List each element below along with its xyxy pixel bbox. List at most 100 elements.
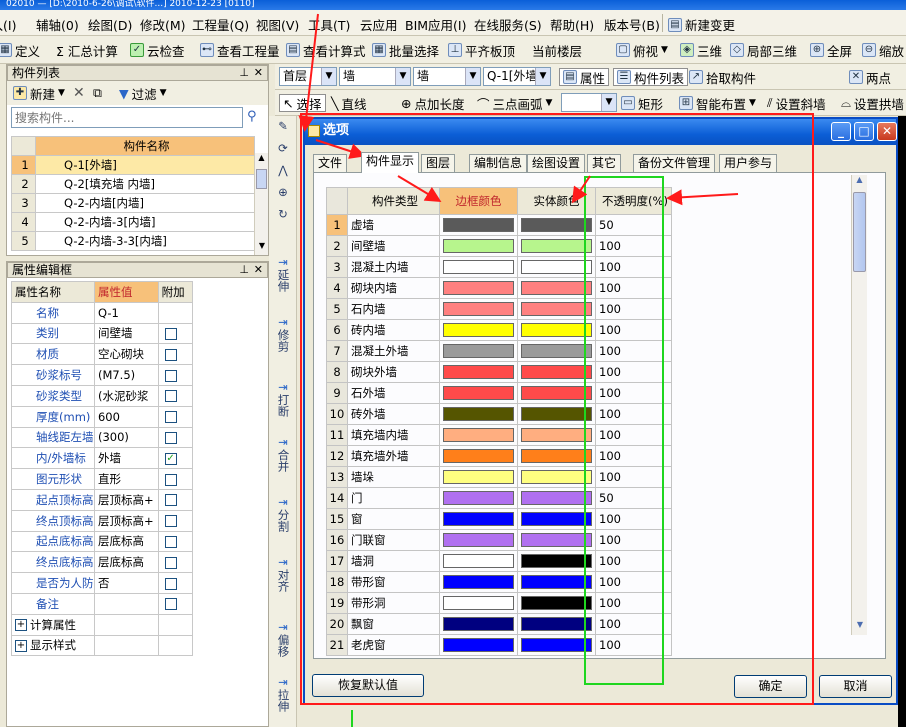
border-color-cell[interactable] [439, 340, 518, 362]
fill-color-swatch[interactable] [521, 365, 592, 379]
extra-checkbox[interactable]: ✓ [164, 452, 177, 465]
table-row[interactable]: 厚度(mm) 600 [11, 405, 194, 428]
batch-select-button[interactable]: ▦ 批量选择 [372, 41, 439, 59]
fill-color-swatch[interactable] [521, 575, 592, 589]
border-color-swatch[interactable] [443, 575, 514, 589]
table-row[interactable]: 18 带形窗 100 [326, 571, 672, 593]
component-search-input[interactable] [11, 107, 243, 128]
border-color-cell[interactable] [439, 634, 518, 656]
prop-value[interactable] [93, 634, 159, 657]
fill-color-cell[interactable] [517, 319, 596, 341]
opacity-value[interactable]: 50 [595, 487, 672, 509]
opacity-value[interactable]: 100 [595, 277, 672, 299]
summary-calc-button[interactable]: Σ 汇总计算 [56, 41, 118, 59]
prop-value[interactable]: 600 [93, 405, 159, 428]
border-color-swatch[interactable] [443, 449, 514, 463]
fill-color-swatch[interactable] [521, 302, 592, 316]
tool-icon[interactable]: ↻ [273, 208, 293, 221]
fill-color-swatch[interactable] [521, 533, 592, 547]
fill-color-swatch[interactable] [521, 470, 592, 484]
prop-value[interactable]: (M7.5) [93, 364, 159, 386]
menu-modify[interactable]: 修改(M) [140, 15, 186, 34]
ok-button[interactable]: 确定 [734, 675, 807, 698]
new-change-button[interactable]: ▤ 新建变更 [668, 15, 735, 34]
opacity-value[interactable]: 100 [595, 613, 672, 635]
three-point-arc-button[interactable]: ⌒ 三点画弧 ▼ [477, 94, 552, 112]
menu-axis[interactable]: 辅轴(0) [36, 15, 79, 34]
opacity-value[interactable]: 100 [595, 550, 672, 572]
tab-3[interactable]: 编制信息 [469, 154, 528, 172]
prop-value[interactable]: 层底标高 [93, 530, 159, 553]
border-color-swatch[interactable] [443, 281, 514, 295]
border-color-swatch[interactable] [443, 533, 514, 547]
border-color-swatch[interactable] [443, 638, 514, 652]
opacity-value[interactable]: 100 [595, 592, 672, 614]
menu-cloud[interactable]: 云应用 [360, 15, 398, 34]
prop-value[interactable]: 层顶标高+ [93, 509, 159, 532]
prop-value[interactable]: (300) [93, 426, 159, 449]
table-row[interactable]: 17 墙洞 100 [326, 550, 672, 572]
prop-value[interactable]: (水泥砂浆 [93, 384, 159, 407]
fullscreen-button[interactable]: ⊕ 全屏 [810, 41, 852, 59]
table-row[interactable]: + 计算属性 [11, 613, 194, 636]
fill-color-swatch[interactable] [521, 386, 592, 400]
prop-value[interactable]: 层底标高 [93, 551, 159, 574]
fill-color-cell[interactable] [517, 361, 596, 383]
table-row[interactable]: 19 带形洞 100 [326, 592, 672, 614]
border-color-cell[interactable] [439, 487, 518, 509]
fill-color-swatch[interactable] [521, 512, 592, 526]
fill-color-swatch[interactable] [521, 239, 592, 253]
smart-layout-button[interactable]: ⊞ 智能布置 ▼ [679, 94, 756, 112]
table-row[interactable]: 终点顶标高 层顶标高+ [11, 509, 194, 532]
table-row[interactable]: 14 门 50 [326, 487, 672, 509]
arch-wall-button[interactable]: ⌓ 设置拱墙 [841, 94, 904, 112]
table-row[interactable]: 21 老虎窗 100 [326, 634, 672, 656]
fill-color-cell[interactable] [517, 487, 596, 509]
border-color-swatch[interactable] [443, 554, 514, 568]
fill-color-cell[interactable] [517, 508, 596, 530]
minimize-button[interactable]: _ [831, 122, 851, 141]
extra-checkbox[interactable] [164, 473, 177, 486]
scroll-up-icon[interactable]: ▲ [852, 175, 867, 190]
close-icon[interactable]: ✕ [254, 263, 263, 277]
new-component-button[interactable]: ✚ 新建 ▼ [13, 84, 65, 102]
table-row[interactable]: 15 窗 100 [326, 508, 672, 530]
table-row[interactable]: 11 填充墙内墙 100 [326, 424, 672, 446]
table-row[interactable]: 5 石内墙 100 [326, 298, 672, 320]
border-color-swatch[interactable] [443, 365, 514, 379]
tab-2[interactable]: 图层 [421, 154, 456, 172]
tool-3[interactable]: ⇥ 合并 [273, 436, 293, 473]
menu-view[interactable]: 视图(V) [256, 15, 299, 34]
border-color-swatch[interactable] [443, 323, 514, 337]
line-button[interactable]: ╲ 直线 [331, 94, 367, 112]
menu-import[interactable]: 导入(Ⅰ) [0, 15, 16, 34]
align-slab-top-button[interactable]: ⊥ 平齐板顶 [448, 41, 515, 59]
scroll-thumb[interactable] [256, 169, 267, 189]
fill-color-cell[interactable] [517, 382, 596, 404]
search-icon[interactable]: ⚲ [247, 109, 257, 124]
table-row[interactable]: 轴线距左墙 (300) [11, 426, 194, 449]
fill-color-cell[interactable] [517, 445, 596, 467]
opacity-value[interactable]: 100 [595, 340, 672, 362]
grid-scrollbar[interactable]: ▲ ▼ [851, 175, 867, 635]
table-row[interactable]: 名称 Q-1 [11, 301, 194, 324]
component-list-button[interactable]: ☰ 构件列表 [613, 68, 689, 86]
zoom-button[interactable]: ⊖ 缩放 [862, 41, 904, 59]
view-quantity-button[interactable]: ⊷ 查看工程量 [200, 41, 280, 59]
extra-checkbox[interactable] [164, 535, 177, 548]
opacity-value[interactable]: 100 [595, 424, 672, 446]
fill-color-cell[interactable] [517, 592, 596, 614]
border-color-swatch[interactable] [443, 239, 514, 253]
border-color-swatch[interactable] [443, 407, 514, 421]
extra-checkbox[interactable] [164, 556, 177, 569]
tool-6[interactable]: ⇥ 偏移 [273, 621, 293, 658]
table-row[interactable]: 12 填充墙外墙 100 [326, 445, 672, 467]
tab-4[interactable]: 绘图设置 [527, 154, 586, 172]
table-row[interactable]: 类别 间壁墙 [11, 322, 194, 345]
pick-component-button[interactable]: ↗ 拾取构件 [689, 68, 756, 86]
fill-color-swatch[interactable] [521, 344, 592, 358]
table-row[interactable]: 图元形状 直形 [11, 468, 194, 490]
fill-color-swatch[interactable] [521, 638, 592, 652]
list-item[interactable]: 4 Q-2-内墙-3[内墙] [11, 212, 255, 232]
rectangle-button[interactable]: ▭ 矩形 [621, 94, 663, 112]
